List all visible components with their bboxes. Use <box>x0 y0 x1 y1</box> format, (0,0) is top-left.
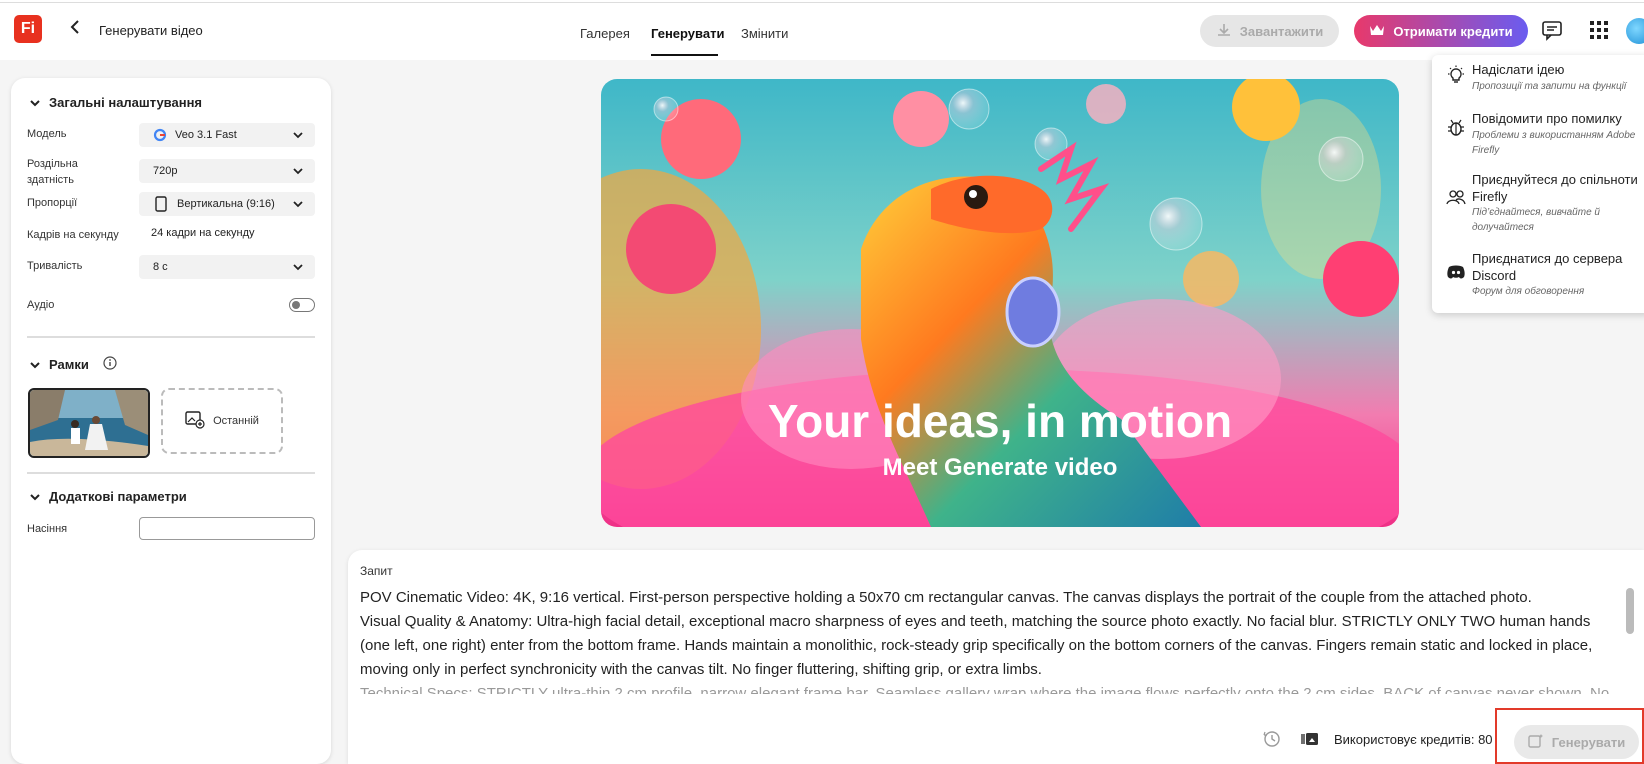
last-frame-label: Останній <box>213 415 259 427</box>
prompt-textarea[interactable]: POV Cinematic Video: 4K, 9:16 vertical. … <box>360 586 1610 694</box>
hero-subtitle: Meet Generate video <box>882 454 1118 481</box>
aspect-value: Вертикальна (9:16) <box>177 198 275 210</box>
chevron-down-icon <box>29 359 41 371</box>
top-bar: Fi Генерувати відео Галерея Генерувати З… <box>0 0 1644 60</box>
download-button[interactable]: Завантажити <box>1200 15 1339 47</box>
menu-item-title: Приєднуйтеся до спільноти Firefly <box>1472 172 1638 204</box>
avatar[interactable] <box>1626 18 1644 44</box>
tab-edit[interactable]: Змінити <box>741 26 788 41</box>
get-credits-button[interactable]: Отримати кредити <box>1354 15 1528 47</box>
hero-title: Your ideas, in motion <box>767 395 1233 447</box>
fps-label: Кадрів на секунду <box>27 229 119 241</box>
crown-icon <box>1369 23 1385 40</box>
resolution-label: Роздільна здатність <box>27 158 78 186</box>
seed-input[interactable] <box>139 517 315 540</box>
media-settings-icon[interactable] <box>1300 728 1320 750</box>
hero-banner: Your ideas, in motion Meet Generate vide… <box>601 79 1399 527</box>
aspect-label: Пропорції <box>27 197 78 209</box>
divider <box>27 472 315 474</box>
duration-select[interactable]: 8 с <box>139 255 315 279</box>
general-settings-header[interactable]: Загальні налаштування <box>29 95 202 110</box>
menu-item-report-bug[interactable]: Повідомити про помилку Проблеми з викори… <box>1432 110 1644 166</box>
google-icon <box>153 128 167 142</box>
audio-label: Аудіо <box>27 299 55 311</box>
resolution-value: 720p <box>153 165 178 177</box>
download-icon <box>1216 22 1232 41</box>
get-credits-label: Отримати кредити <box>1393 23 1513 39</box>
chevron-down-icon <box>291 164 305 178</box>
bug-icon <box>1446 118 1466 138</box>
prompt-label: Запит <box>360 564 393 578</box>
seed-label: Насіння <box>27 523 68 535</box>
chat-icon[interactable] <box>1541 19 1563 41</box>
audio-toggle[interactable] <box>289 298 315 312</box>
menu-item-title: Надіслати ідею <box>1472 62 1565 77</box>
top-rule <box>0 2 1644 3</box>
model-select[interactable]: Veo 3.1 Fast <box>139 123 315 147</box>
model-value: Veo 3.1 Fast <box>175 129 237 141</box>
download-label: Завантажити <box>1239 23 1324 39</box>
aspect-select[interactable]: Вертикальна (9:16) <box>139 192 315 216</box>
general-settings-title: Загальні налаштування <box>49 95 203 110</box>
first-frame-thumbnail[interactable] <box>28 388 150 458</box>
resolution-select[interactable]: 720p <box>139 159 315 183</box>
chevron-down-icon <box>291 197 305 211</box>
menu-item-send-idea[interactable]: Надіслати ідею Пропозиції та запити на ф… <box>1432 61 1644 107</box>
portrait-icon <box>155 196 167 212</box>
frames-title: Рамки <box>49 357 89 372</box>
add-image-icon <box>185 410 205 432</box>
history-icon[interactable] <box>1262 728 1282 750</box>
community-icon <box>1446 187 1466 207</box>
menu-item-desc: Проблеми з використанням Adobe Firefly <box>1472 130 1636 156</box>
chevron-down-icon <box>29 97 41 109</box>
tab-generate[interactable]: Генерувати <box>651 26 724 41</box>
chevron-down-icon <box>291 260 305 274</box>
prompt-line: Visual Quality & Anatomy: Ultra-high fac… <box>360 613 1593 678</box>
tab-gallery[interactable]: Галерея <box>580 26 630 41</box>
menu-item-title: Приєднатися до сервера Discord <box>1472 251 1623 283</box>
duration-value: 8 с <box>153 261 168 273</box>
prompt-line: Technical Specs: STRICTLY ultra-thin 2 c… <box>360 685 1610 694</box>
prompt-scrollbar[interactable] <box>1626 588 1634 634</box>
menu-item-desc: Форум для обговорення <box>1472 286 1585 297</box>
lightbulb-icon <box>1446 65 1466 85</box>
duration-label: Тривалість <box>27 260 83 272</box>
page-title: Генерувати відео <box>99 23 203 38</box>
info-icon[interactable] <box>103 356 117 373</box>
prompt-panel: Запит POV Cinematic Video: 4K, 9:16 vert… <box>348 550 1644 764</box>
fps-value: 24 кадри на секунду <box>151 227 255 239</box>
advanced-header[interactable]: Додаткові параметри <box>29 489 187 504</box>
apps-grid-icon[interactable] <box>1589 20 1609 40</box>
help-menu: Надіслати ідею Пропозиції та запити на ф… <box>1432 55 1644 313</box>
model-label: Модель <box>27 128 67 140</box>
chevron-down-icon <box>291 128 305 142</box>
frames-header[interactable]: Рамки <box>29 356 117 373</box>
chevron-down-icon <box>29 491 41 503</box>
discord-icon <box>1446 264 1466 284</box>
menu-item-join-discord[interactable]: Приєднатися до сервера Discord Форум для… <box>1432 250 1644 306</box>
firefly-logo[interactable]: Fi <box>14 15 42 43</box>
menu-item-join-community[interactable]: Приєднуйтеся до спільноти Firefly Під’єд… <box>1432 171 1644 243</box>
divider <box>27 336 315 338</box>
back-arrow-icon[interactable] <box>66 17 86 37</box>
settings-panel: Загальні налаштування Модель Veo 3.1 Fas… <box>11 78 331 764</box>
prompt-line: POV Cinematic Video: 4K, 9:16 vertical. … <box>360 589 1532 606</box>
active-tab-indicator <box>651 54 718 56</box>
menu-item-title: Повідомити про помилку <box>1472 111 1622 126</box>
menu-item-desc: Пропозиції та запити на функції <box>1472 81 1627 92</box>
advanced-title: Додаткові параметри <box>49 489 187 504</box>
menu-item-desc: Під’єднайтеся, вивчайте й долучайтеся <box>1472 207 1600 233</box>
credits-usage-text: Використовує кредитів: 80 <box>1334 732 1493 747</box>
generate-highlight-box <box>1495 708 1644 764</box>
last-frame-slot[interactable]: Останній <box>161 388 283 454</box>
